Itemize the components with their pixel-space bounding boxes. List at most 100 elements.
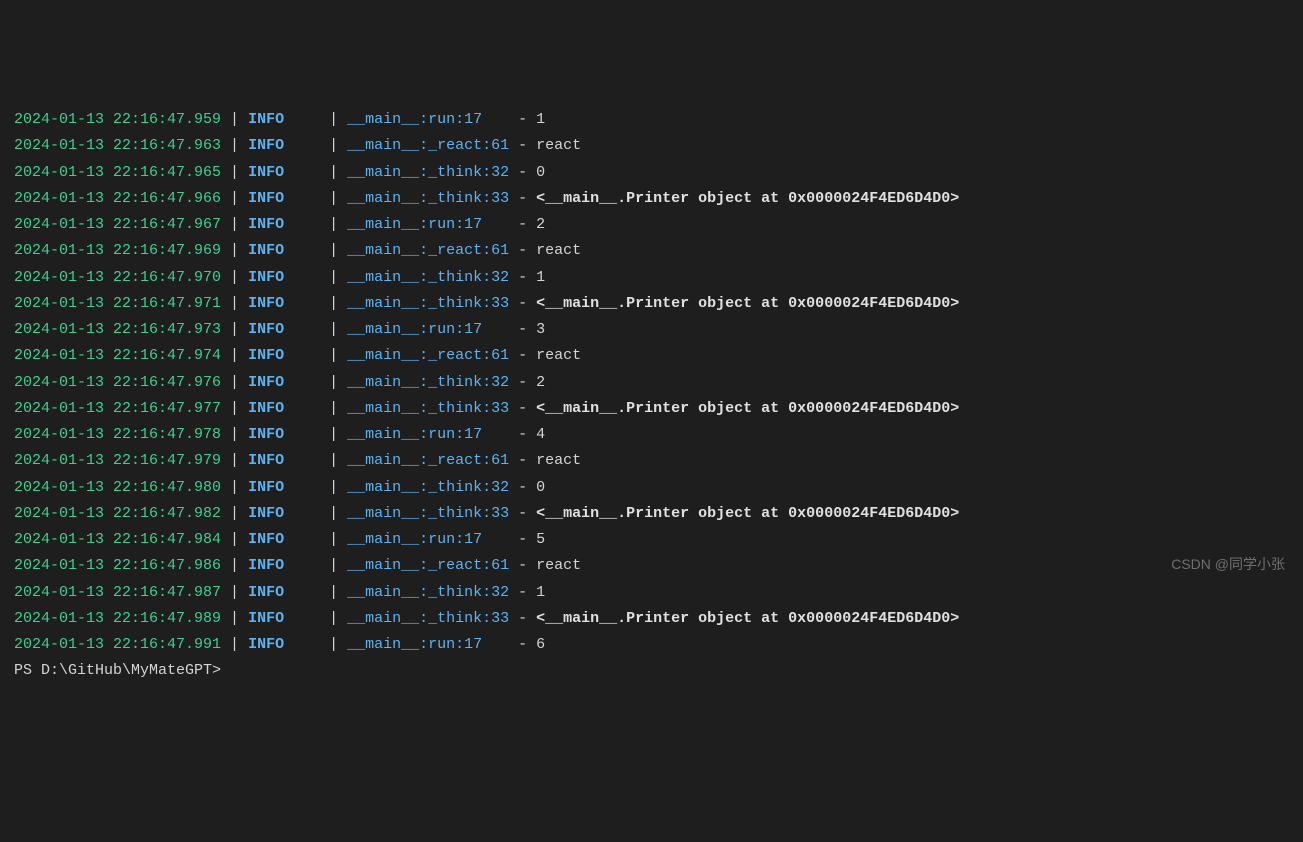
log-level: INFO — [248, 426, 320, 443]
log-timestamp: 2024-01-13 22:16:47.973 — [14, 321, 221, 338]
pipe-separator: | — [320, 636, 347, 653]
dash-separator: - — [509, 164, 536, 181]
log-location: __main__:_think:33 — [347, 400, 509, 417]
log-message: react — [536, 137, 581, 154]
pipe-separator: | — [320, 531, 347, 548]
log-timestamp: 2024-01-13 22:16:47.980 — [14, 479, 221, 496]
log-level: INFO — [248, 531, 320, 548]
log-line: 2024-01-13 22:16:47.974 | INFO | __main_… — [14, 343, 1303, 369]
log-timestamp: 2024-01-13 22:16:47.977 — [14, 400, 221, 417]
pipe-separator: | — [221, 479, 248, 496]
pipe-separator: | — [320, 216, 347, 233]
dash-separator: - — [509, 269, 536, 286]
dash-separator: - — [509, 531, 536, 548]
log-level: INFO — [248, 557, 320, 574]
pipe-separator: | — [320, 111, 347, 128]
pipe-separator: | — [221, 164, 248, 181]
log-level: INFO — [248, 137, 320, 154]
log-message: 1 — [536, 111, 545, 128]
log-level: INFO — [248, 111, 320, 128]
terminal-log-output: 2024-01-13 22:16:47.959 | INFO | __main_… — [14, 107, 1303, 685]
log-message: <__main__.Printer object at 0x0000024F4E… — [536, 610, 959, 627]
pipe-separator: | — [320, 321, 347, 338]
log-level: INFO — [248, 216, 320, 233]
pipe-separator: | — [320, 479, 347, 496]
log-location: __main__:_think:32 — [347, 269, 509, 286]
log-location: __main__:run:17 — [347, 531, 509, 548]
log-location: __main__:run:17 — [347, 321, 509, 338]
log-timestamp: 2024-01-13 22:16:47.982 — [14, 505, 221, 522]
log-message: 0 — [536, 479, 545, 496]
pipe-separator: | — [320, 610, 347, 627]
pipe-separator: | — [320, 347, 347, 364]
log-location: __main__:_react:61 — [347, 347, 509, 364]
log-level: INFO — [248, 295, 320, 312]
pipe-separator: | — [221, 190, 248, 207]
log-level: INFO — [248, 610, 320, 627]
pipe-separator: | — [221, 111, 248, 128]
log-message: 0 — [536, 164, 545, 181]
pipe-separator: | — [320, 269, 347, 286]
log-message: <__main__.Printer object at 0x0000024F4E… — [536, 295, 959, 312]
log-line: 2024-01-13 22:16:47.959 | INFO | __main_… — [14, 107, 1303, 133]
log-level: INFO — [248, 190, 320, 207]
log-line: 2024-01-13 22:16:47.967 | INFO | __main_… — [14, 212, 1303, 238]
log-line: 2024-01-13 22:16:47.976 | INFO | __main_… — [14, 370, 1303, 396]
pipe-separator: | — [221, 452, 248, 469]
pipe-separator: | — [320, 400, 347, 417]
log-line: 2024-01-13 22:16:47.970 | INFO | __main_… — [14, 265, 1303, 291]
log-line: 2024-01-13 22:16:47.977 | INFO | __main_… — [14, 396, 1303, 422]
dash-separator: - — [509, 584, 536, 601]
log-line: 2024-01-13 22:16:47.987 | INFO | __main_… — [14, 580, 1303, 606]
log-level: INFO — [248, 242, 320, 259]
log-level: INFO — [248, 505, 320, 522]
log-message: 5 — [536, 531, 545, 548]
log-location: __main__:run:17 — [347, 636, 509, 653]
log-line: 2024-01-13 22:16:47.971 | INFO | __main_… — [14, 291, 1303, 317]
log-level: INFO — [248, 636, 320, 653]
log-line: 2024-01-13 22:16:47.963 | INFO | __main_… — [14, 133, 1303, 159]
pipe-separator: | — [221, 321, 248, 338]
log-line: 2024-01-13 22:16:47.978 | INFO | __main_… — [14, 422, 1303, 448]
pipe-separator: | — [221, 610, 248, 627]
dash-separator: - — [509, 347, 536, 364]
log-timestamp: 2024-01-13 22:16:47.976 — [14, 374, 221, 391]
log-location: __main__:_think:32 — [347, 479, 509, 496]
log-line: 2024-01-13 22:16:47.991 | INFO | __main_… — [14, 632, 1303, 658]
watermark-text: CSDN @同学小张 — [1171, 552, 1285, 577]
pipe-separator: | — [320, 190, 347, 207]
pipe-separator: | — [221, 269, 248, 286]
log-level: INFO — [248, 321, 320, 338]
dash-separator: - — [509, 400, 536, 417]
terminal-prompt[interactable]: PS D:\GitHub\MyMateGPT> — [14, 658, 1303, 684]
log-message: 4 — [536, 426, 545, 443]
dash-separator: - — [509, 636, 536, 653]
log-message: <__main__.Printer object at 0x0000024F4E… — [536, 400, 959, 417]
pipe-separator: | — [320, 557, 347, 574]
log-timestamp: 2024-01-13 22:16:47.979 — [14, 452, 221, 469]
log-level: INFO — [248, 347, 320, 364]
pipe-separator: | — [320, 137, 347, 154]
log-line: 2024-01-13 22:16:47.979 | INFO | __main_… — [14, 448, 1303, 474]
pipe-separator: | — [221, 347, 248, 364]
log-line: 2024-01-13 22:16:47.989 | INFO | __main_… — [14, 606, 1303, 632]
log-message: 1 — [536, 269, 545, 286]
dash-separator: - — [509, 557, 536, 574]
dash-separator: - — [509, 295, 536, 312]
log-line: 2024-01-13 22:16:47.969 | INFO | __main_… — [14, 238, 1303, 264]
log-timestamp: 2024-01-13 22:16:47.989 — [14, 610, 221, 627]
dash-separator: - — [509, 374, 536, 391]
log-line: 2024-01-13 22:16:47.984 | INFO | __main_… — [14, 527, 1303, 553]
pipe-separator: | — [221, 531, 248, 548]
log-level: INFO — [248, 374, 320, 391]
pipe-separator: | — [221, 400, 248, 417]
log-message: 2 — [536, 216, 545, 233]
dash-separator: - — [509, 216, 536, 233]
log-location: __main__:_react:61 — [347, 557, 509, 574]
log-timestamp: 2024-01-13 22:16:47.978 — [14, 426, 221, 443]
dash-separator: - — [509, 479, 536, 496]
pipe-separator: | — [221, 216, 248, 233]
log-location: __main__:_think:32 — [347, 374, 509, 391]
log-timestamp: 2024-01-13 22:16:47.991 — [14, 636, 221, 653]
log-timestamp: 2024-01-13 22:16:47.984 — [14, 531, 221, 548]
